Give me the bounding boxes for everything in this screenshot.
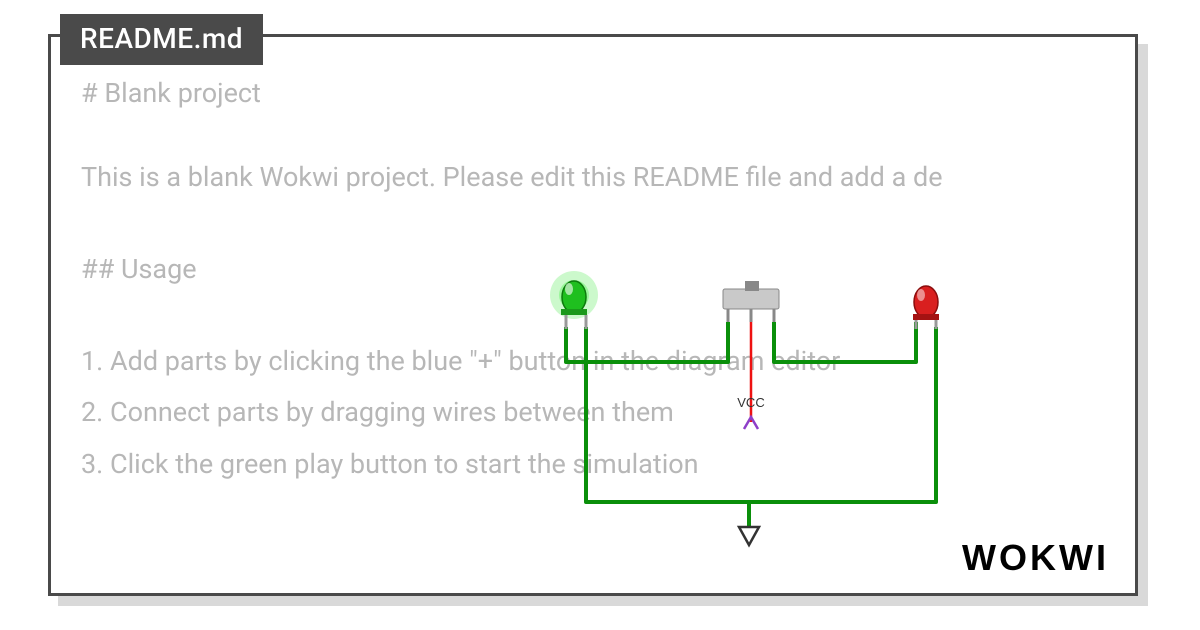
readme-content: # Blank project This is a blank Wokwi pr… [81,73,1135,593]
readme-step: 2. Connect parts by dragging wires betwe… [81,392,1135,434]
readme-heading: # Blank project [81,73,1135,115]
file-tab[interactable]: README.md [60,14,263,65]
wokwi-logo: WOKWI [962,537,1109,579]
readme-card: # Blank project This is a blank Wokwi pr… [48,34,1138,596]
readme-step: 1. Add parts by clicking the blue "+" bu… [81,341,1135,383]
readme-usage-heading: ## Usage [81,249,1135,291]
readme-description: This is a blank Wokwi project. Please ed… [81,157,1135,199]
readme-step: 3. Click the green play button to start … [81,444,1135,486]
